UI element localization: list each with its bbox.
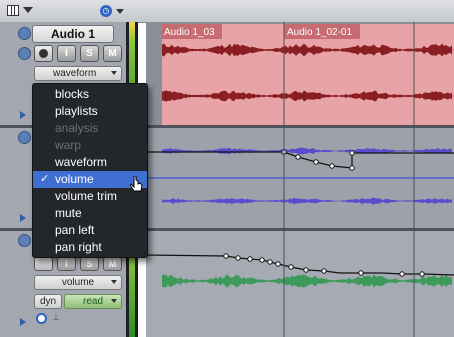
- automation-breakpoint[interactable]: [235, 255, 241, 261]
- menu-item-label: volume: [55, 172, 94, 186]
- menu-item-warp: warp: [33, 137, 147, 154]
- input-monitor-button[interactable]: I: [57, 257, 76, 271]
- edit-window: ◷ Audio 1 I S M waveform I S M volume dy…: [0, 0, 454, 337]
- chevron-down-icon: [23, 7, 33, 13]
- automation-breakpoint[interactable]: [288, 264, 294, 270]
- menu-item-label: volume trim: [55, 189, 118, 203]
- automation-breakpoint[interactable]: [313, 159, 319, 165]
- record-enable-button[interactable]: [34, 257, 53, 271]
- automation-breakpoint[interactable]: [295, 154, 301, 160]
- automation-breakpoint[interactable]: [349, 150, 355, 156]
- track-options-icon[interactable]: [18, 234, 31, 247]
- automation-breakpoint[interactable]: [399, 271, 405, 277]
- automation-breakpoint[interactable]: [267, 259, 273, 265]
- edit-window-toolbar: ◷: [0, 0, 454, 23]
- automation-breakpoint[interactable]: [303, 267, 309, 273]
- automation-mode-label: read: [83, 296, 104, 307]
- menu-item-label: warp: [55, 138, 82, 152]
- automation-breakpoint[interactable]: [329, 163, 335, 169]
- menu-item-mute[interactable]: mute: [33, 205, 147, 222]
- track-divider: [146, 125, 454, 128]
- menu-item-label: pan left: [55, 223, 95, 237]
- mute-button[interactable]: M: [103, 257, 122, 271]
- menu-item-label: analysis: [55, 121, 99, 135]
- automation-breakpoint[interactable]: [247, 256, 253, 262]
- track-view-menu: blocks playlists analysis warp waveform …: [32, 83, 148, 258]
- menu-item-label: blocks: [55, 87, 90, 101]
- menu-item-waveform[interactable]: waveform: [33, 154, 147, 171]
- input-monitor-button[interactable]: I: [57, 45, 76, 62]
- chevron-down-icon[interactable]: [116, 9, 124, 14]
- automation-breakpoint[interactable]: [259, 257, 265, 263]
- automation-mode-selector[interactable]: read: [64, 294, 122, 309]
- track-list-icon: [7, 5, 19, 16]
- timeline-canvas[interactable]: Audio 1_03 Audio 1_02-01: [146, 22, 454, 337]
- track-name[interactable]: Audio 1: [32, 25, 114, 43]
- track-view-label: volume: [61, 277, 95, 288]
- track-view-label: waveform: [53, 68, 97, 79]
- expand-track-icon[interactable]: [20, 214, 26, 222]
- solo-button[interactable]: S: [80, 45, 99, 62]
- mouse-pointer-icon: [130, 176, 143, 192]
- automation-breakpoint[interactable]: [275, 261, 281, 267]
- clip-region[interactable]: [162, 24, 454, 125]
- automation-breakpoint[interactable]: [321, 268, 327, 274]
- timebase-icon[interactable]: [36, 313, 47, 324]
- menu-item-pan-left[interactable]: pan left: [33, 222, 147, 239]
- checkmark-icon: ✓: [40, 173, 50, 185]
- solo-button[interactable]: S: [80, 257, 99, 271]
- track-divider: [146, 228, 454, 231]
- mute-button[interactable]: M: [103, 45, 122, 62]
- track-view-selector[interactable]: volume: [34, 275, 122, 290]
- clock-icon[interactable]: ◷: [100, 5, 112, 17]
- dyn-button[interactable]: dyn: [34, 294, 62, 309]
- record-enable-button[interactable]: [34, 45, 53, 62]
- clip-name: Audio 1_02-01: [287, 27, 352, 38]
- chevron-down-icon: [111, 280, 117, 284]
- menu-item-playlists[interactable]: playlists: [33, 103, 147, 120]
- menu-item-label: playlists: [55, 104, 98, 118]
- automation-breakpoint[interactable]: [358, 270, 364, 276]
- track-list-toggle[interactable]: [5, 4, 35, 18]
- menu-item-label: pan right: [55, 240, 102, 254]
- chevron-down-icon: [111, 71, 117, 75]
- menu-item-blocks[interactable]: blocks: [33, 86, 147, 103]
- track-options-icon[interactable]: [18, 131, 31, 144]
- track-options-icon[interactable]: [18, 27, 31, 40]
- lock-icon: ⊥: [52, 312, 60, 322]
- menu-item-analysis: analysis: [33, 120, 147, 137]
- expand-track-icon[interactable]: [20, 318, 26, 326]
- clip-name: Audio 1_03: [164, 27, 215, 38]
- menu-item-pan-right[interactable]: pan right: [33, 239, 147, 256]
- automation-breakpoint[interactable]: [223, 253, 229, 259]
- chevron-down-icon: [111, 299, 117, 303]
- automation-breakpoint[interactable]: [419, 271, 425, 277]
- track-view-selector[interactable]: waveform: [34, 66, 122, 81]
- track-options-icon[interactable]: [18, 47, 31, 60]
- expand-track-icon[interactable]: [20, 111, 26, 119]
- timeline-area[interactable]: Audio 1_03 Audio 1_02-01: [146, 22, 454, 337]
- menu-item-label: mute: [55, 206, 82, 220]
- automation-breakpoint[interactable]: [349, 165, 355, 171]
- menu-item-label: waveform: [55, 155, 108, 169]
